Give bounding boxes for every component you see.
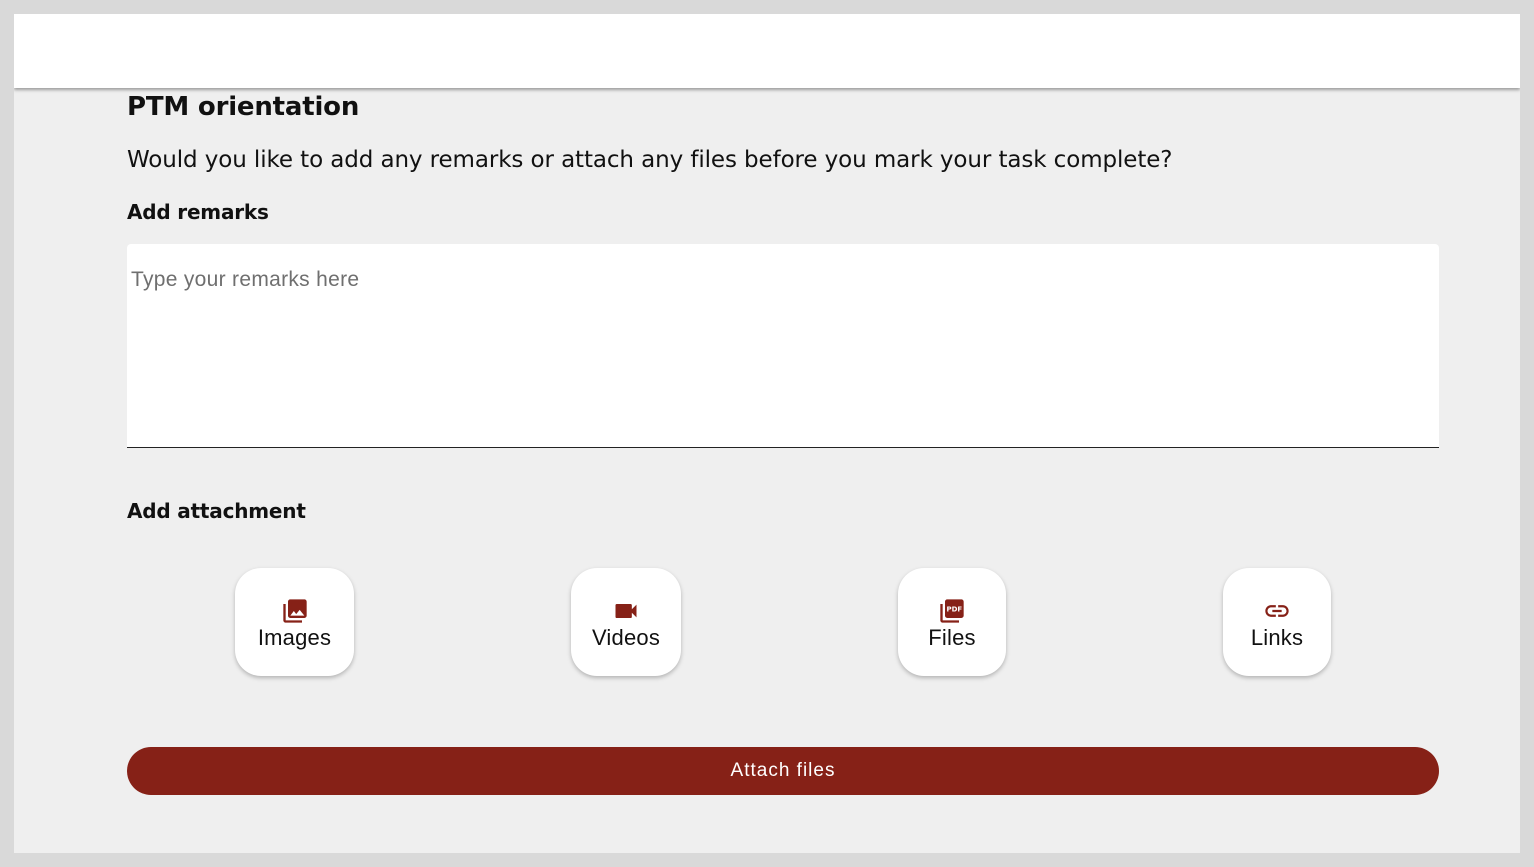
app-frame: PTM orientation Would you like to add an… (14, 14, 1520, 853)
attach-files-button[interactable]: PDF Files (898, 568, 1006, 676)
videos-label: Videos (591, 625, 661, 650)
links-label: Links (1250, 625, 1304, 650)
remarks-label: Add remarks (127, 200, 269, 224)
image-icon (281, 597, 309, 625)
link-icon (1263, 597, 1291, 625)
remarks-input[interactable] (127, 244, 1439, 448)
video-camera-icon (612, 597, 640, 625)
attach-videos-button[interactable]: Videos (571, 568, 681, 676)
images-label: Images (257, 625, 332, 650)
page-title: PTM orientation (127, 92, 360, 122)
svg-text:PDF: PDF (946, 606, 962, 614)
attach-images-button[interactable]: Images (235, 568, 354, 676)
completion-question: Would you like to add any remarks or att… (127, 147, 1173, 173)
pdf-file-icon: PDF (938, 597, 966, 625)
attach-links-button[interactable]: Links (1223, 568, 1331, 676)
files-label: Files (928, 625, 976, 650)
attach-files-submit-button[interactable]: Attach files (127, 747, 1439, 795)
attachment-label: Add attachment (127, 499, 306, 523)
top-header-bar (14, 14, 1520, 88)
